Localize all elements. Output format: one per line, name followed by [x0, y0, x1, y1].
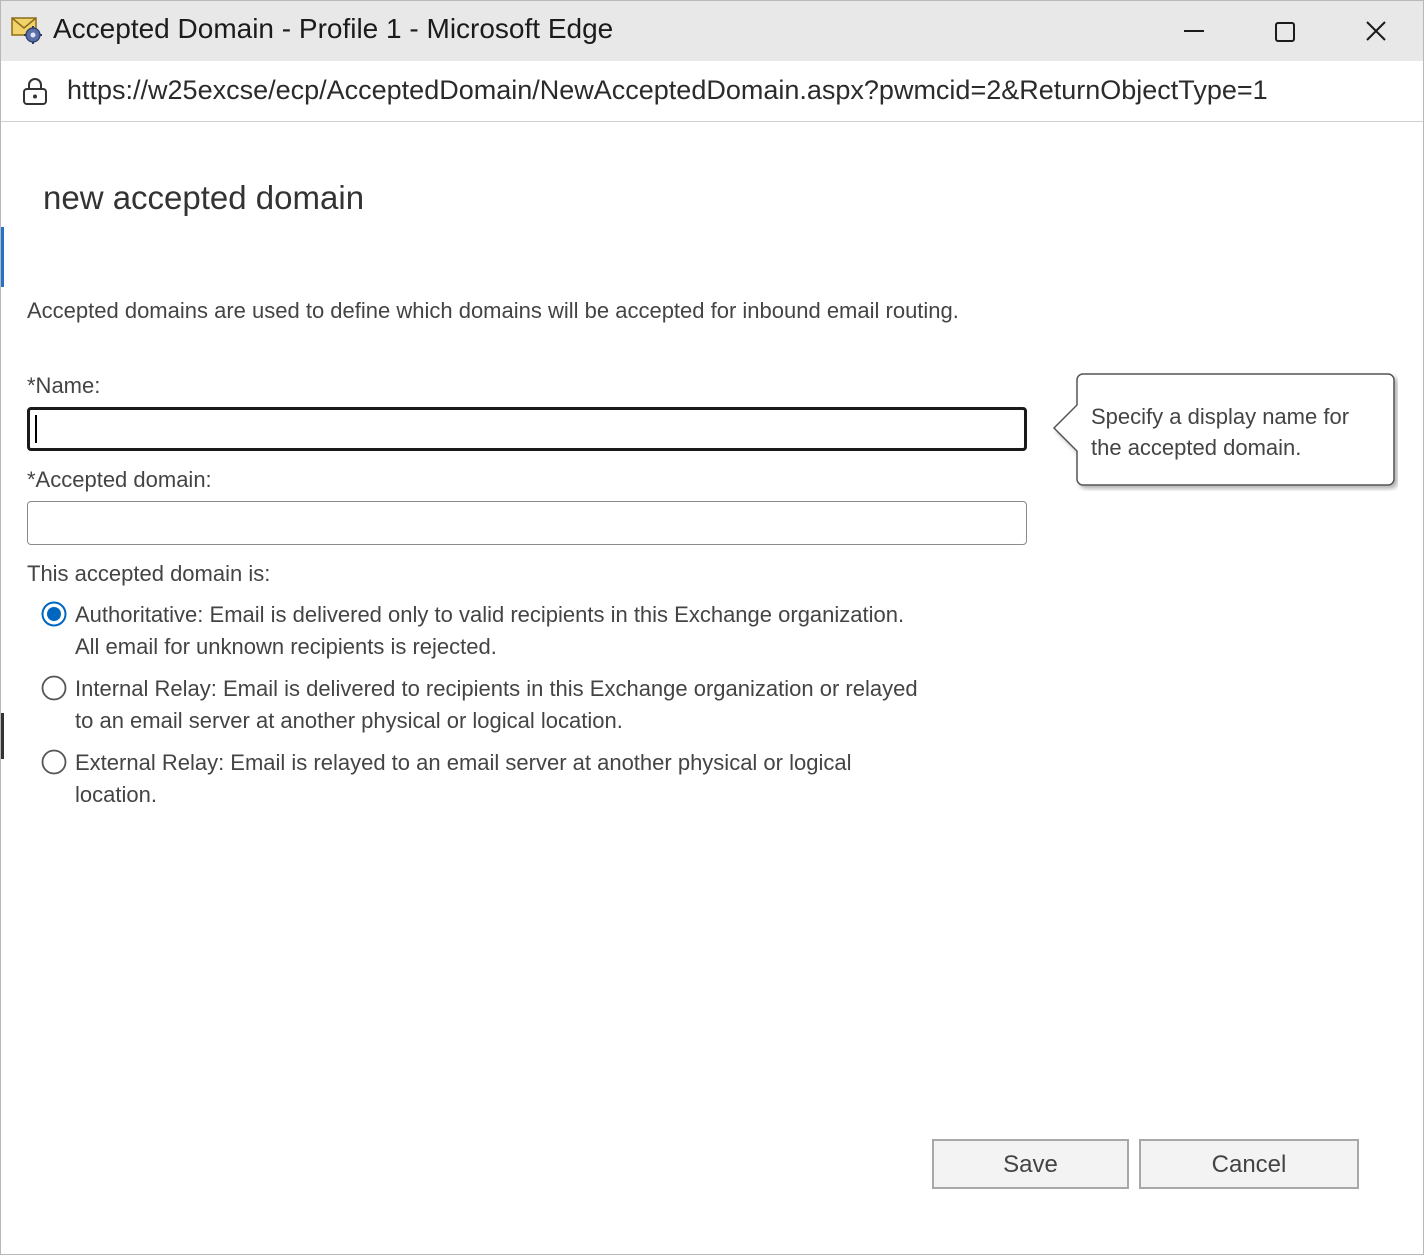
edge-accent [1, 713, 4, 759]
radio-external-relay[interactable]: External Relay: Email is relayed to an e… [41, 747, 921, 813]
radio-external-relay-label: External Relay: Email is relayed to an e… [75, 750, 852, 807]
name-input[interactable] [27, 407, 1027, 451]
maximize-button[interactable] [1240, 1, 1330, 61]
mail-gear-icon [11, 15, 43, 45]
tooltip-text: Specify a display name for the accepted … [1091, 404, 1350, 460]
maximize-icon [1275, 22, 1295, 42]
radio-authoritative-label: Authoritative: Email is delivered only t… [75, 602, 905, 659]
accepted-domain-input[interactable] [27, 501, 1027, 545]
close-icon [1366, 21, 1386, 41]
lock-icon[interactable] [21, 76, 49, 106]
edge-accent [1, 227, 4, 287]
browser-window: Accepted Domain - Profile 1 - Microsoft … [0, 0, 1424, 1255]
radio-unselected-icon[interactable] [41, 749, 67, 775]
page-description: Accepted domains are used to define whic… [27, 298, 959, 323]
name-label: *Name: [27, 373, 101, 398]
radio-authoritative[interactable]: Authoritative: Email is delivered only t… [41, 599, 921, 665]
save-button[interactable]: Save [932, 1139, 1129, 1189]
page-title: new accepted domain [43, 179, 365, 216]
minimize-icon [1184, 30, 1204, 32]
radio-internal-relay-label: Internal Relay: Email is delivered to re… [75, 676, 918, 733]
address-bar[interactable]: https://w25excse/ecp/AcceptedDomain/NewA… [1, 61, 1423, 122]
radio-internal-relay[interactable]: Internal Relay: Email is delivered to re… [41, 673, 921, 739]
accepted-domain-label: *Accepted domain: [27, 467, 212, 492]
radio-selected-icon[interactable] [41, 601, 67, 627]
close-button[interactable] [1331, 1, 1421, 61]
domain-type-label: This accepted domain is: [27, 561, 271, 586]
cancel-button[interactable]: Cancel [1139, 1139, 1359, 1189]
radio-unselected-icon[interactable] [41, 675, 67, 701]
minimize-button[interactable] [1149, 1, 1239, 61]
text-caret [35, 415, 37, 443]
url-text[interactable]: https://w25excse/ecp/AcceptedDomain/NewA… [67, 75, 1268, 106]
title-bar: Accepted Domain - Profile 1 - Microsoft … [1, 1, 1423, 61]
window-title: Accepted Domain - Profile 1 - Microsoft … [53, 13, 614, 44]
